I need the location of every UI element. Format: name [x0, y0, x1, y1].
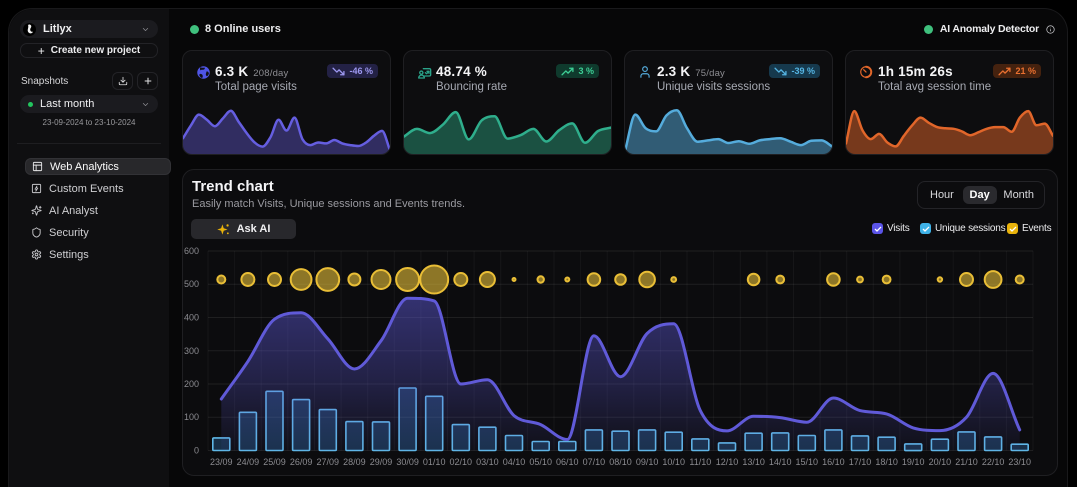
svg-text:15/10: 15/10 [796, 457, 819, 467]
svg-text:10/10: 10/10 [662, 457, 685, 467]
svg-text:21/10: 21/10 [955, 457, 978, 467]
svg-text:300: 300 [184, 346, 199, 356]
svg-text:04/10: 04/10 [503, 457, 526, 467]
svg-text:23/10: 23/10 [1008, 457, 1031, 467]
svg-text:01/10: 01/10 [423, 457, 446, 467]
svg-text:06/10: 06/10 [556, 457, 579, 467]
svg-text:27/09: 27/09 [317, 457, 340, 467]
svg-text:200: 200 [184, 379, 199, 389]
svg-text:23/09: 23/09 [210, 457, 233, 467]
svg-text:14/10: 14/10 [769, 457, 792, 467]
svg-text:400: 400 [184, 313, 199, 323]
svg-text:0: 0 [194, 446, 199, 456]
svg-text:16/10: 16/10 [822, 457, 845, 467]
svg-text:08/10: 08/10 [609, 457, 632, 467]
svg-text:12/10: 12/10 [716, 457, 739, 467]
svg-text:600: 600 [184, 246, 199, 256]
svg-text:26/09: 26/09 [290, 457, 313, 467]
svg-text:18/10: 18/10 [875, 457, 898, 467]
svg-text:13/10: 13/10 [742, 457, 765, 467]
svg-text:05/10: 05/10 [529, 457, 552, 467]
svg-text:24/09: 24/09 [237, 457, 260, 467]
svg-text:09/10: 09/10 [636, 457, 659, 467]
svg-text:11/10: 11/10 [689, 457, 711, 467]
svg-text:03/10: 03/10 [476, 457, 499, 467]
svg-text:22/10: 22/10 [982, 457, 1005, 467]
svg-text:30/09: 30/09 [396, 457, 419, 467]
svg-text:07/10: 07/10 [583, 457, 606, 467]
svg-text:29/09: 29/09 [370, 457, 393, 467]
svg-text:25/09: 25/09 [263, 457, 286, 467]
svg-text:20/10: 20/10 [929, 457, 952, 467]
svg-text:100: 100 [184, 412, 199, 422]
svg-text:19/10: 19/10 [902, 457, 925, 467]
svg-text:17/10: 17/10 [849, 457, 872, 467]
svg-text:500: 500 [184, 279, 199, 289]
svg-text:02/10: 02/10 [450, 457, 473, 467]
svg-text:28/09: 28/09 [343, 457, 366, 467]
